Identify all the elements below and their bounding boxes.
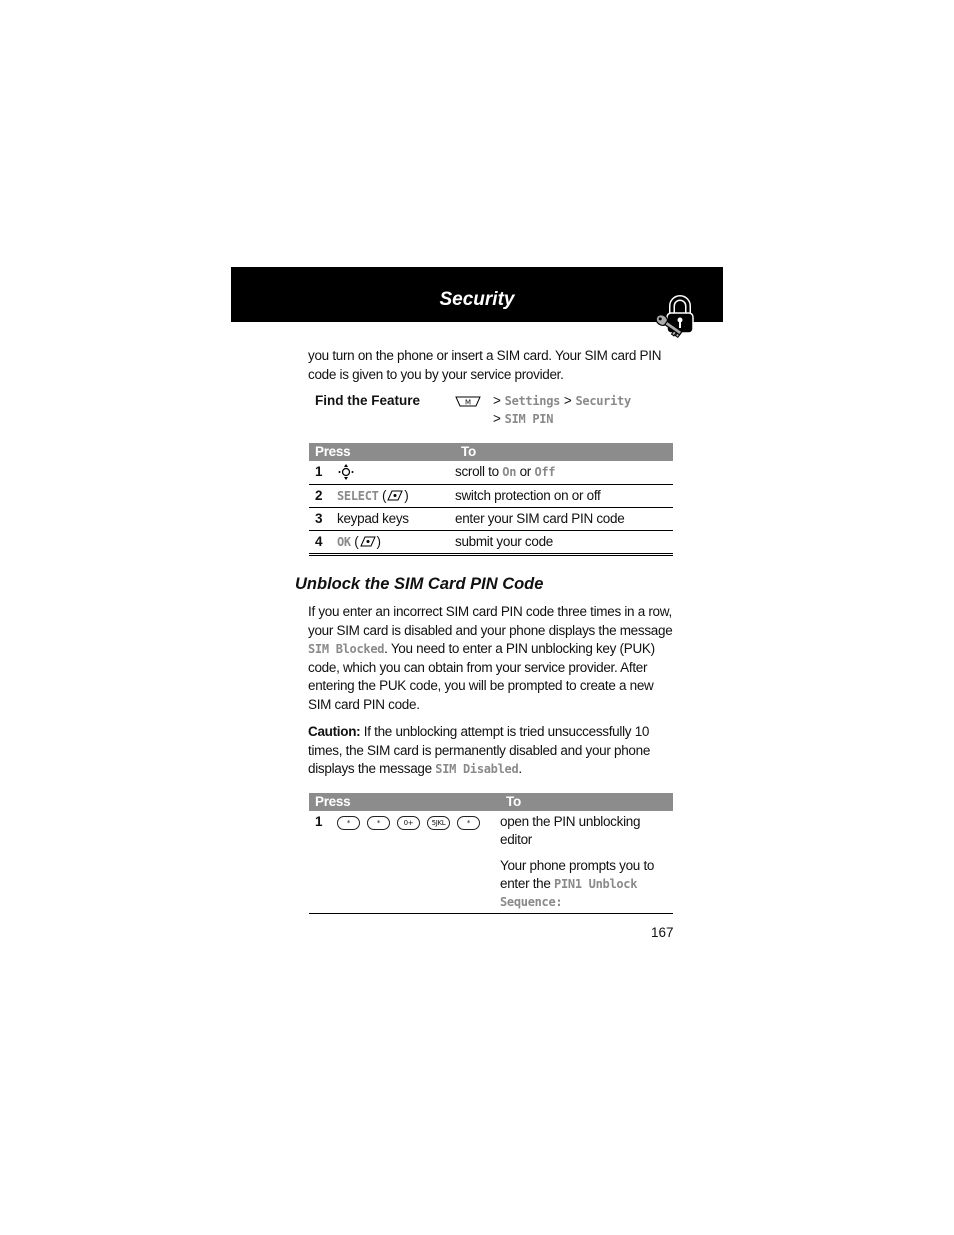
table-row: 3 keypad keys enter your SIM card PIN co… xyxy=(309,507,673,531)
five-key-icon: 5JKL xyxy=(427,816,450,830)
caution-paragraph: Caution: If the unblocking attempt is tr… xyxy=(308,724,651,777)
zero-key-icon: 0+ xyxy=(397,816,420,830)
menu-path-sim-pin: SIM PIN xyxy=(504,412,554,426)
table-header: Press To xyxy=(309,443,673,461)
star-key-icon: * xyxy=(457,816,480,830)
header-to: To xyxy=(500,793,673,811)
svg-text:M: M xyxy=(465,399,471,407)
page-number: 167 xyxy=(651,925,674,940)
menu-path-line2: > SIM PIN xyxy=(493,411,554,426)
table-row: 4 OK () submit your code xyxy=(309,530,673,556)
lock-and-key-icon xyxy=(655,295,694,339)
softkey-icon xyxy=(359,536,376,547)
table-row: 2 SELECT () switch protection on or off xyxy=(309,484,673,508)
menu-path-settings: Settings xyxy=(504,394,561,408)
menu-key-icon: M xyxy=(455,396,481,407)
header-press: Press xyxy=(309,793,500,811)
sim-disabled-message: SIM Disabled xyxy=(435,762,519,777)
caution-label: Caution: xyxy=(308,724,361,739)
unblock-steps-table: Press To 1 * * 0+ 5JKL * open the PIN unbloc… xyxy=(309,793,673,914)
section-heading: Unblock the SIM Card PIN Code xyxy=(295,575,544,593)
intro-paragraph: you turn on the phone or insert a SIM ca… xyxy=(308,348,662,382)
chapter-banner: Security xyxy=(231,267,723,322)
find-feature-label: Find the Feature xyxy=(315,393,421,408)
softkey-icon xyxy=(387,490,403,501)
star-key-icon: * xyxy=(337,816,360,830)
table-row: 1 * * 0+ 5JKL * open the PIN unblocking edit… xyxy=(309,811,673,851)
header-to: To xyxy=(455,443,673,461)
header-press: Press xyxy=(309,443,455,461)
table-header: Press To xyxy=(309,793,673,811)
key-sequence: * * 0+ 5JKL * xyxy=(337,811,500,851)
table-row: 1 scroll to On or Off xyxy=(309,461,673,485)
menu-path-line1: > Settings > Security xyxy=(493,393,631,408)
star-key-icon: * xyxy=(367,816,390,830)
unblock-paragraph: If you enter an incorrect SIM card PIN c… xyxy=(308,604,673,712)
menu-path-security: Security xyxy=(575,394,631,408)
table-row-note: Your phone prompts you to enter the PIN1… xyxy=(309,851,673,914)
nav-key-icon xyxy=(338,464,354,480)
chapter-title: Security xyxy=(439,289,515,310)
sim-pin-steps-table: Press To 1 scroll to On or Off 2 SELECT … xyxy=(309,443,673,556)
sim-blocked-message: SIM Blocked xyxy=(308,642,385,657)
